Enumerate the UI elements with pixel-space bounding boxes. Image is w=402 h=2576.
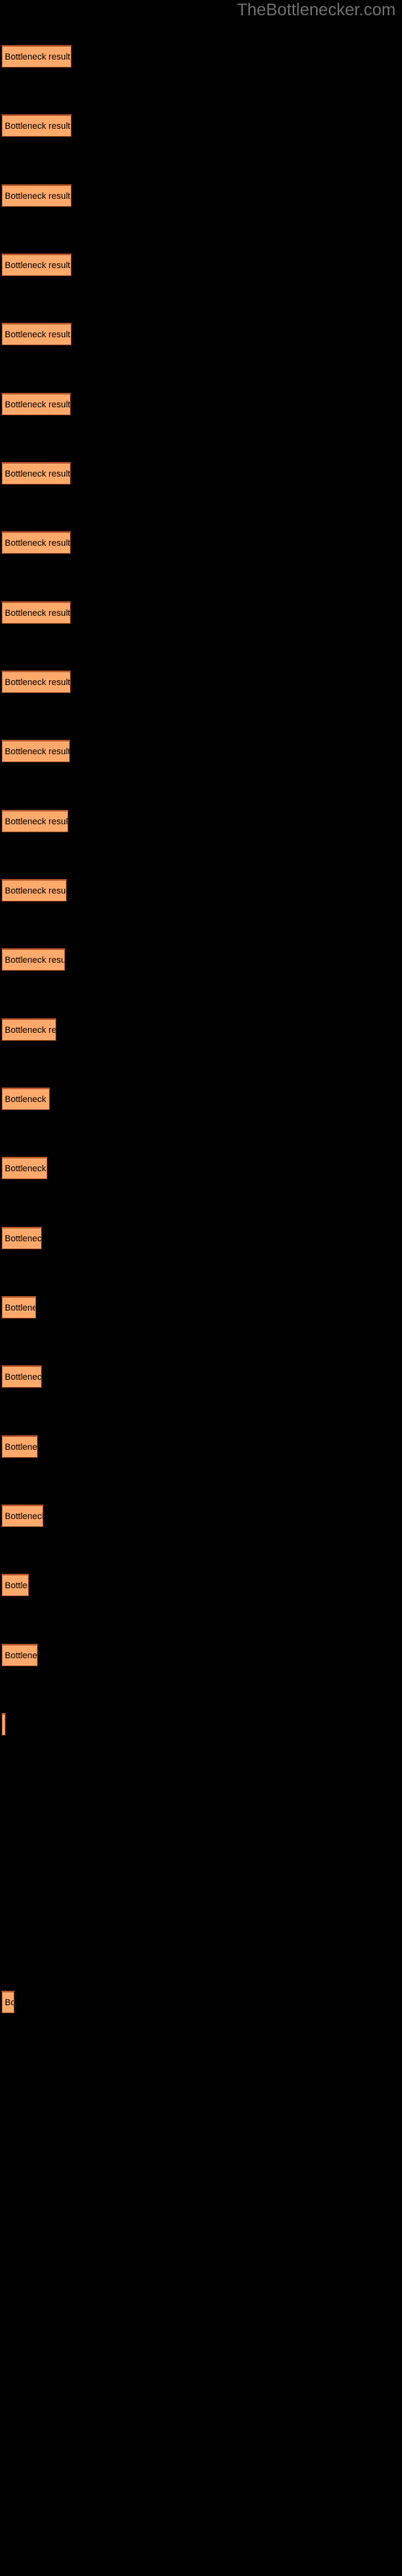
bar-label-5: Bottleneck result (5, 329, 71, 340)
bar-label-13: Bottleneck result (5, 886, 67, 896)
bar-label-21: Bottleneck result (5, 1442, 38, 1452)
bar-label-24: Bottleneck result (5, 1650, 38, 1661)
bar-8[interactable]: Bottleneck result (2, 531, 71, 554)
bar-label-8: Bottleneck result (5, 538, 71, 548)
bar-series-container: Bottleneck result Bottleneck result Bottle… (0, 0, 402, 2576)
bar-label-19: Bottleneck result (5, 1302, 35, 1313)
bar-11[interactable]: Bottleneck result (2, 740, 70, 762)
bar-23[interactable]: Bottleneck result (2, 1574, 29, 1596)
bar-17[interactable]: Bottleneck result (2, 1157, 47, 1179)
bar-label-16: Bottleneck result (5, 1094, 49, 1104)
bar-7[interactable]: Bottleneck result (2, 462, 71, 485)
bar-25[interactable]: Bottleneck result (2, 1713, 6, 1736)
bar-10[interactable]: Bottleneck result (2, 671, 71, 693)
bottleneck-bar-chart: TheBottlenecker.com Bottleneck result Bot… (0, 0, 402, 2576)
bar-22[interactable]: Bottleneck result (2, 1505, 43, 1527)
bar-label-22: Bottleneck result (5, 1511, 43, 1521)
bar-label-12: Bottleneck result (5, 816, 68, 827)
bar-label-17: Bottleneck result (5, 1163, 47, 1174)
bar-9[interactable]: Bottleneck result (2, 601, 71, 624)
bar-4[interactable]: Bottleneck result (2, 254, 72, 276)
bar-label-25: Bottleneck result (2, 1720, 5, 1730)
bar-24[interactable]: Bottleneck result (2, 1644, 38, 1666)
bar-20[interactable]: Bottleneck result (2, 1365, 42, 1388)
bar-label-6: Bottleneck result (5, 399, 71, 410)
bar-14[interactable]: Bottleneck result (2, 948, 65, 971)
bar-label-20: Bottleneck result (5, 1372, 42, 1382)
bar-label-18: Bottleneck result (5, 1233, 42, 1244)
bar-21[interactable]: Bottleneck result (2, 1435, 38, 1458)
bar-12[interactable]: Bottleneck result (2, 810, 68, 832)
bar-label-3: Bottleneck result (5, 191, 71, 201)
bar-29[interactable]: Bottleneck result (2, 1991, 14, 2013)
bar-label-4: Bottleneck result (5, 260, 71, 270)
bar-label-14: Bottleneck result (5, 955, 65, 965)
bar-18[interactable]: Bottleneck result (2, 1227, 42, 1249)
bar-19[interactable]: Bottleneck result (2, 1296, 36, 1319)
bar-16[interactable]: Bottleneck result (2, 1088, 50, 1110)
bar-5[interactable]: Bottleneck result (2, 323, 72, 345)
bar-label-15: Bottleneck result (5, 1025, 56, 1035)
bar-15[interactable]: Bottleneck result (2, 1018, 56, 1041)
bar-1[interactable]: Bottleneck result (2, 45, 72, 68)
bar-label-9: Bottleneck result (5, 608, 71, 618)
bar-13[interactable]: Bottleneck result (2, 879, 67, 902)
bar-label-1: Bottleneck result (5, 52, 71, 62)
bar-label-29: Bottleneck result (5, 1997, 14, 2008)
bar-3[interactable]: Bottleneck result (2, 184, 72, 207)
bar-6[interactable]: Bottleneck result (2, 393, 71, 415)
bar-label-23: Bottleneck result (5, 1580, 28, 1591)
bar-label-11: Bottleneck result (5, 746, 70, 757)
bar-label-7: Bottleneck result (5, 469, 71, 479)
bar-label-2: Bottleneck result (5, 121, 71, 131)
bar-label-10: Bottleneck result (5, 677, 71, 687)
bar-2[interactable]: Bottleneck result (2, 114, 72, 137)
